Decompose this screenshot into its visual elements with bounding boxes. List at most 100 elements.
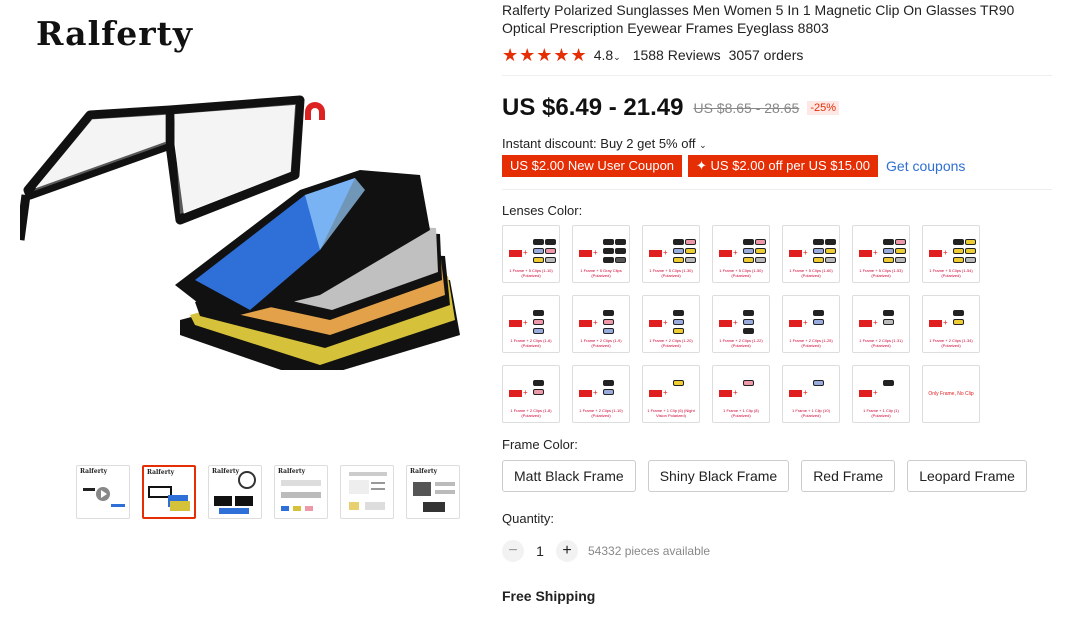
thumbnail-2[interactable]: Ralferty bbox=[208, 465, 262, 519]
thumbnail-4[interactable] bbox=[340, 465, 394, 519]
lens-option-4[interactable]: +1 Frame + 5 Clips (1-50) (Polarized) bbox=[712, 225, 770, 283]
lens-option-1[interactable]: +1 Frame + 5 Clips (1-10) (Polarized) bbox=[502, 225, 560, 283]
product-info: Ralferty Polarized Sunglasses Men Women … bbox=[502, 0, 1052, 604]
plus-icon: + bbox=[803, 248, 808, 257]
clip-lens-icon bbox=[883, 319, 894, 325]
thumbnail-brand: Ralferty bbox=[212, 468, 240, 475]
plus-icon: + bbox=[523, 318, 528, 327]
clip-lens-icon bbox=[825, 238, 836, 245]
thumbnail-brand: Ralferty bbox=[80, 468, 108, 475]
clip-lens-icon bbox=[965, 247, 976, 254]
clip-lens-icon bbox=[615, 247, 626, 254]
frame-thumb-icon bbox=[509, 250, 522, 257]
frame-option-red[interactable]: Red Frame bbox=[801, 460, 896, 492]
frame-option-shiny-black[interactable]: Shiny Black Frame bbox=[647, 460, 790, 492]
lens-option-caption: 1 Frame + 2 Clips (1-20) (Polarized) bbox=[649, 338, 693, 348]
lens-option-caption: 1 Frame + 5 Clips (1-53) (Polarized) bbox=[859, 268, 903, 278]
quantity-plus-button[interactable]: + bbox=[556, 540, 578, 562]
lens-option-caption: 1 Frame + 2 Clips (1-9) (Polarized) bbox=[580, 338, 622, 348]
instant-discount[interactable]: Instant discount: Buy 2 get 5% off ⌄ bbox=[502, 136, 1052, 151]
plus-icon: + bbox=[523, 248, 528, 257]
clip-lens-icon bbox=[953, 310, 964, 316]
clip-lens-icon bbox=[813, 319, 824, 325]
lens-option-6[interactable]: +1 Frame + 5 Clips (1-53) (Polarized) bbox=[852, 225, 910, 283]
lens-option-13[interactable]: +1 Frame + 2 Clips (1-31) (Polarized) bbox=[852, 295, 910, 353]
frame-thumb-icon bbox=[789, 390, 802, 397]
lens-option-label: Only Frame, No Clip bbox=[928, 391, 974, 397]
lens-option-8[interactable]: +1 Frame + 2 Clips (1-6) (Polarized) bbox=[502, 295, 560, 353]
plus-icon: + bbox=[873, 248, 878, 257]
thumbnail-strip: Ralferty Ralferty Ralferty Ralferty Ralf… bbox=[76, 465, 460, 519]
plus-icon: + bbox=[733, 248, 738, 257]
rating-number: 4.8 bbox=[593, 47, 614, 63]
clip-lens-icon bbox=[883, 380, 894, 386]
clip-lens-icon bbox=[883, 247, 894, 254]
frame-color-label: Frame Color: bbox=[502, 437, 578, 452]
product-title: Ralferty Polarized Sunglasses Men Women … bbox=[502, 2, 1015, 36]
frame-thumb-icon bbox=[859, 320, 872, 327]
clip-lens-icon bbox=[685, 247, 696, 254]
get-coupons-link[interactable]: Get coupons bbox=[886, 158, 965, 174]
thumbnail-video[interactable]: Ralferty bbox=[76, 465, 130, 519]
clip-lens-icon bbox=[743, 238, 754, 245]
brand-logo: Ralferty bbox=[36, 14, 194, 53]
lens-option-14[interactable]: +1 Frame + 2 Clips (1-34) (Polarized) bbox=[922, 295, 980, 353]
reviews-link[interactable]: 1588 Reviews bbox=[633, 47, 721, 63]
thumbnail-brand: Ralferty bbox=[278, 468, 306, 475]
clip-lens-icon bbox=[895, 256, 906, 263]
frame-thumb-icon bbox=[719, 320, 732, 327]
lens-option-3[interactable]: +1 Frame + 5 Clips (1-30) (Polarized) bbox=[642, 225, 700, 283]
lens-option-21[interactable]: Only Frame, No Clip bbox=[922, 365, 980, 423]
pieces-available: 54332 pieces available bbox=[588, 544, 711, 558]
lens-option-5[interactable]: +1 Frame + 5 Clips (1-60) (Polarized) bbox=[782, 225, 840, 283]
thumbnail-1[interactable]: Ralferty bbox=[142, 465, 196, 519]
clip-lens-icon bbox=[965, 256, 976, 263]
lens-option-2[interactable]: +1 Frame + 5 Gray Clips (Polarized) bbox=[572, 225, 630, 283]
plus-icon: + bbox=[873, 318, 878, 327]
clip-lens-icon bbox=[813, 310, 824, 316]
clip-lens-icon bbox=[895, 247, 906, 254]
quantity-stepper: − 1 + 54332 pieces available bbox=[502, 539, 1052, 563]
clip-lens-icon bbox=[533, 247, 544, 254]
frame-options: Matt Black Frame Shiny Black Frame Red F… bbox=[502, 460, 1052, 492]
lens-option-7[interactable]: +1 Frame + 5 Clips (1-54) (Polarized) bbox=[922, 225, 980, 283]
new-user-coupon[interactable]: US $2.00 New User Coupon bbox=[502, 155, 683, 177]
rating-value[interactable]: 4.8⌄ bbox=[594, 47, 621, 63]
store-coupon[interactable]: ✦ US $2.00 off per US $15.00 bbox=[688, 155, 879, 177]
frame-option-leopard[interactable]: Leopard Frame bbox=[907, 460, 1027, 492]
lens-option-12[interactable]: +1 Frame + 2 Clips (1-25) (Polarized) bbox=[782, 295, 840, 353]
divider bbox=[502, 75, 1052, 76]
clip-lens-icon bbox=[813, 238, 824, 245]
lens-option-19[interactable]: +1 Frame + 1 Clip (10) (Polarized) bbox=[782, 365, 840, 423]
lens-option-15[interactable]: +1 Frame + 2 Clips (1-8) (Polarized) bbox=[502, 365, 560, 423]
frame-thumb-icon bbox=[859, 390, 872, 397]
clip-lens-icon bbox=[813, 380, 824, 386]
clip-lens-icon bbox=[545, 256, 556, 263]
plus-icon: + bbox=[593, 318, 598, 327]
main-product-image[interactable] bbox=[20, 80, 465, 370]
frame-thumb-icon bbox=[649, 390, 662, 397]
product-gallery: Ralferty Ralferty Ralferty Ralferty Ralf… bbox=[20, 0, 465, 519]
quantity-input[interactable]: 1 bbox=[524, 543, 556, 559]
lens-option-17[interactable]: +1 Frame + 1 Clip (6) (Night Vision Pola… bbox=[642, 365, 700, 423]
lens-option-caption: 1 Frame + 1 Clip (1) (Polarized) bbox=[863, 408, 899, 418]
lens-option-caption: 1 Frame + 5 Clips (1-30) (Polarized) bbox=[649, 268, 693, 278]
lens-option-16[interactable]: +1 Frame + 2 Clips (1-10) (Polarized) bbox=[572, 365, 630, 423]
plus-icon: + bbox=[803, 318, 808, 327]
thumbnail-5[interactable]: Ralferty bbox=[406, 465, 460, 519]
lens-option-18[interactable]: +1 Frame + 1 Clip (8) (Polarized) bbox=[712, 365, 770, 423]
frame-thumb-icon bbox=[649, 320, 662, 327]
lenses-color-label: Lenses Color: bbox=[502, 203, 583, 218]
star-rating-icon: ★★★★★ bbox=[502, 44, 588, 65]
quantity-minus-button[interactable]: − bbox=[502, 540, 524, 562]
lens-option-9[interactable]: +1 Frame + 2 Clips (1-9) (Polarized) bbox=[572, 295, 630, 353]
lens-option-caption: 1 Frame + 5 Clips (1-50) (Polarized) bbox=[719, 268, 763, 278]
lens-option-caption: 1 Frame + 1 Clip (8) (Polarized) bbox=[723, 408, 759, 418]
frame-option-matt-black[interactable]: Matt Black Frame bbox=[502, 460, 636, 492]
lens-option-10[interactable]: +1 Frame + 2 Clips (1-20) (Polarized) bbox=[642, 295, 700, 353]
lens-option-11[interactable]: +1 Frame + 2 Clips (1-22) (Polarized) bbox=[712, 295, 770, 353]
lens-option-20[interactable]: +1 Frame + 1 Clip (1) (Polarized) bbox=[852, 365, 910, 423]
lens-option-caption: 1 Frame + 5 Gray Clips (Polarized) bbox=[580, 268, 622, 278]
thumbnail-3[interactable]: Ralferty bbox=[274, 465, 328, 519]
clip-lens-icon bbox=[673, 247, 684, 254]
